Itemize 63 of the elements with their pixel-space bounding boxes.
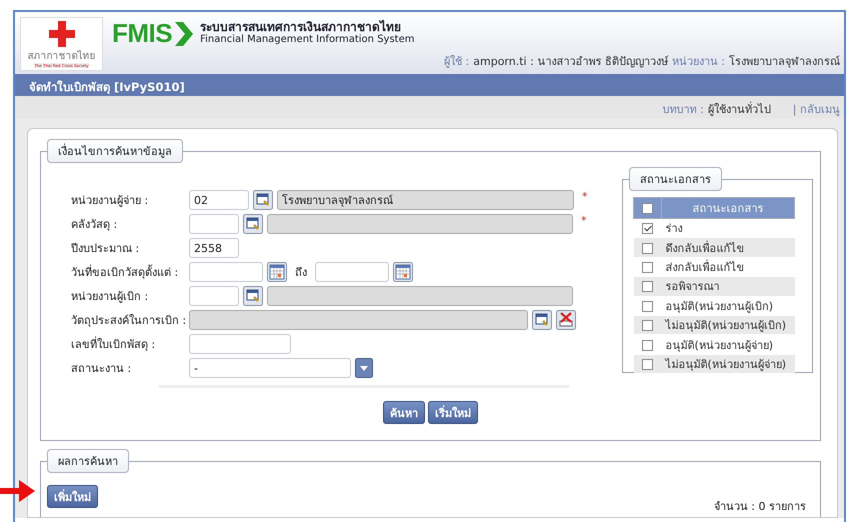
- date-field[interactable]: [315, 262, 389, 282]
- field-label: ปีงบประมาณ :: [71, 241, 140, 257]
- checkbox[interactable]: [642, 281, 653, 292]
- field-label: เลขที่ใบเบิกพัสดุ :: [71, 336, 156, 353]
- field-label: วัตถุประสงค์ในการเบิก :: [71, 313, 188, 329]
- lookup-icon[interactable]: [253, 190, 273, 210]
- field-label: หน่วยงานผู้จ่าย :: [71, 193, 150, 209]
- code-field[interactable]: [189, 214, 239, 234]
- unit-value: โรงพยาบาลจุฬาลงกรณ์: [729, 54, 840, 70]
- system-name: ระบบสารสนเทศการเงินสภากาชาดไทย: [200, 21, 402, 34]
- lookup-icon[interactable]: [243, 286, 263, 306]
- panel-legend: ผลการค้นหา: [47, 449, 129, 473]
- panel-legend: เงื่อนไขการค้นหาข้อมูล: [47, 139, 183, 163]
- checkbox[interactable]: [642, 262, 653, 273]
- add-new-button[interactable]: เพิ่มใหม่: [47, 485, 98, 508]
- user-value: amporn.ti : นางสาวอำพร ธิติปัญญาวงษ์: [473, 54, 668, 70]
- date-field[interactable]: [189, 262, 263, 282]
- select-all-checkbox[interactable]: [642, 202, 653, 214]
- field-label: วันที่ขอเบิกวัสดุตั้งแต่ :: [71, 264, 180, 281]
- to-label: ถึง: [295, 265, 307, 281]
- search-button[interactable]: ค้นหา: [383, 401, 425, 424]
- status-cell: อนุมัติ(หน่วยงานผู้จ่าย): [662, 334, 794, 354]
- status-cell: ไม่อนุมัติ(หน่วยงานผู้เบิก): [662, 315, 794, 335]
- status-cell: ดึงกลับเพื่อแก้ไข: [662, 238, 794, 258]
- code-field[interactable]: [189, 286, 239, 306]
- reset-button[interactable]: เริ่มใหม่: [428, 401, 478, 424]
- field-label: คลังวัสดุ :: [71, 217, 118, 233]
- status-cell: ไม่อนุมัติ(หน่วยงานผู้จ่าย): [662, 354, 794, 374]
- record-count: จำนวน : 0 รายการ: [714, 499, 806, 515]
- role-label: บทบาท :: [662, 102, 704, 114]
- checkbox[interactable]: [642, 223, 653, 234]
- calendar-icon[interactable]: [267, 262, 287, 282]
- clear-icon[interactable]: [556, 310, 576, 330]
- system-name-english: Financial Management Information System: [200, 34, 414, 46]
- required-marker: *: [582, 190, 588, 203]
- status-cell: อนุมัติ(หน่วยงานผู้เบิก): [662, 296, 794, 316]
- checkbox[interactable]: [642, 300, 653, 312]
- checkbox[interactable]: [642, 340, 653, 351]
- page-title: จัดทำใบเบิกพัสดุ [IvPyS010]: [15, 74, 844, 96]
- status-cell: รอพิจารณา: [662, 276, 794, 296]
- checkbox[interactable]: [642, 320, 653, 332]
- back-to-menu-link[interactable]: | กลับเมนู: [792, 100, 840, 114]
- checkbox[interactable]: [642, 242, 653, 254]
- arrow-icon: [0, 478, 37, 504]
- column-header: สถานะเอกสาร: [662, 198, 794, 218]
- calendar-icon[interactable]: [393, 262, 413, 282]
- checkbox[interactable]: [642, 358, 653, 370]
- text-field[interactable]: [189, 334, 291, 354]
- lookup-icon[interactable]: [532, 310, 552, 330]
- user-label: ผู้ใช้ :: [444, 54, 470, 70]
- field-label: หน่วยงานผู้เบิก :: [71, 289, 150, 305]
- field-label: สถานะงาน :: [71, 361, 132, 377]
- code-field[interactable]: 02: [189, 190, 249, 210]
- year-field[interactable]: 2558: [189, 238, 239, 258]
- required-marker: *: [581, 214, 586, 227]
- name-field: โรงพยาบาลจุฬาลงกรณ์: [277, 190, 574, 210]
- role-value: ผู้ใช้งานทั่วไป: [708, 100, 771, 114]
- lookup-icon[interactable]: [243, 214, 263, 234]
- brand-logo: FMIS: [112, 18, 172, 48]
- status-select[interactable]: -: [189, 358, 351, 378]
- dropdown-icon[interactable]: [355, 358, 373, 378]
- unit-label: หน่วยงาน :: [672, 54, 725, 70]
- panel-legend: สถานะเอกสาร: [629, 167, 722, 191]
